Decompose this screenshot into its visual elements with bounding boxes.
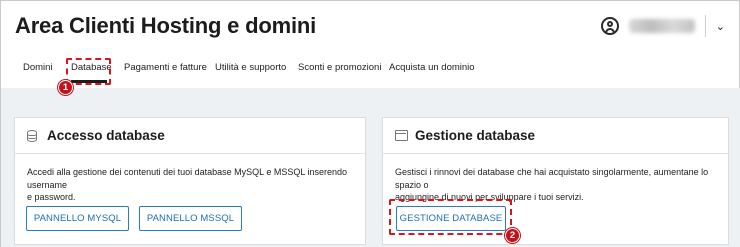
card-title: Gestione database — [415, 128, 536, 143]
annotation-marker-2: 2 — [505, 228, 520, 243]
user-name-redacted — [628, 19, 695, 33]
card-header: Accesso database — [15, 118, 365, 154]
user-menu[interactable]: ⌄ — [600, 15, 725, 37]
tab-sconti-promozioni[interactable]: Sconti e promozioni — [298, 62, 381, 73]
tab-pagamenti-fatture[interactable]: Pagamenti e fatture — [124, 62, 207, 73]
card-description-line2: e password. — [27, 192, 76, 202]
database-icon — [27, 129, 39, 142]
nav-divider — [1, 88, 740, 98]
card-description: Accedi alla gestione dei contenuti dei t… — [27, 166, 365, 204]
window-icon — [395, 129, 408, 142]
tab-domini[interactable]: Domini — [23, 62, 53, 73]
pannello-mysql-button[interactable]: PANNELLO MYSQL — [26, 206, 129, 231]
pannello-mssql-button[interactable]: PANNELLO MSSQL — [139, 206, 242, 231]
app-window: Area Clienti Hosting e domini ⌄ Domini D… — [0, 0, 740, 247]
user-menu-divider — [704, 15, 706, 37]
nav-tabs: Domini Database Pagamenti e fatture Util… — [1, 59, 740, 87]
chevron-down-icon[interactable]: ⌄ — [716, 20, 725, 33]
annotation-highlight-gestione-button — [389, 199, 512, 235]
card-description: Gestisci i rinnovi dei database che hai … — [395, 166, 728, 204]
annotation-marker-1: 1 — [58, 80, 73, 95]
tab-acquista-dominio[interactable]: Acquista un dominio — [389, 62, 475, 73]
card-title: Accesso database — [47, 128, 165, 143]
card-header: Gestione database — [383, 118, 728, 154]
card-description-line1: Gestisci i rinnovi dei database che hai … — [395, 167, 709, 190]
card-description-line1: Accedi alla gestione dei contenuti dei t… — [27, 167, 348, 190]
annotation-highlight-database-tab — [66, 58, 111, 85]
page-title: Area Clienti Hosting e domini — [15, 13, 317, 38]
user-circle-icon[interactable] — [600, 17, 619, 35]
tab-utilita-supporto[interactable]: Utilità e supporto — [215, 62, 286, 73]
card-accesso-database: Accesso database Accedi alla gestione de… — [14, 117, 366, 245]
